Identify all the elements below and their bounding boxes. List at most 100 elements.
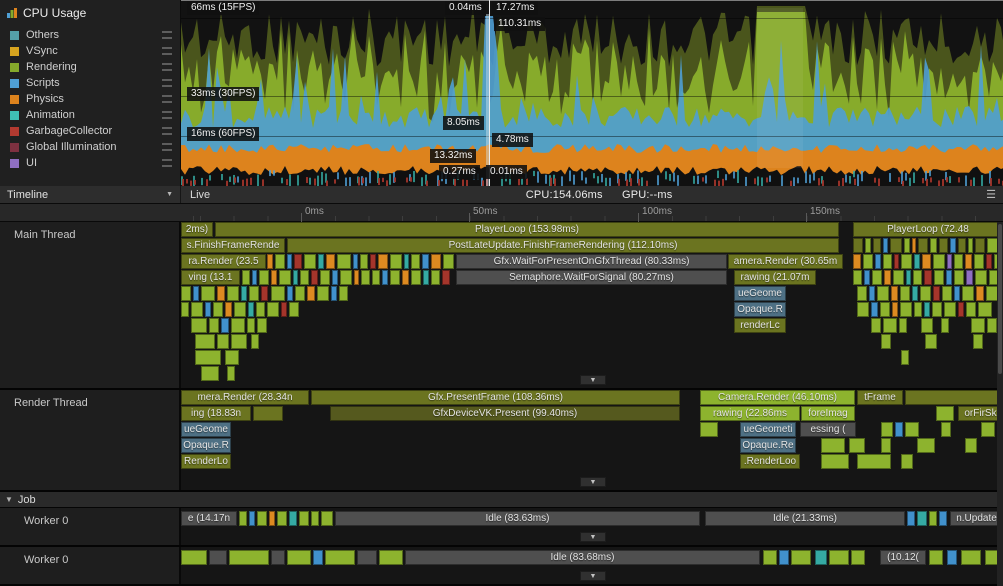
timeline-span[interactable]: PlayerLoop (72.48 — [853, 222, 1003, 237]
timeline-span[interactable] — [904, 238, 910, 253]
timeline-span[interactable] — [195, 334, 215, 349]
timeline-span[interactable] — [881, 438, 891, 453]
thread-track[interactable]: 2ms)PlayerLoop (153.98ms)PlayerLoop (72.… — [181, 222, 1003, 388]
timeline-span[interactable] — [181, 286, 191, 301]
timeline-span[interactable] — [917, 511, 927, 526]
timeline-span[interactable] — [300, 270, 309, 285]
thread-track[interactable]: Idle (83.68ms)(10.12(▼ — [181, 547, 1003, 584]
timeline-span[interactable] — [924, 270, 932, 285]
timeline-span[interactable] — [337, 254, 351, 269]
timeline-span[interactable] — [242, 270, 250, 285]
timeline-span[interactable] — [791, 550, 811, 565]
cpu-usage-chart[interactable]: 66ms (15FPS)33ms (30FPS)16ms (60FPS)0.04… — [181, 0, 1003, 186]
timeline-span[interactable] — [269, 511, 275, 526]
timeline-span[interactable]: Opaque.Re — [740, 438, 796, 453]
timeline-span[interactable] — [821, 438, 845, 453]
timeline-span[interactable] — [939, 238, 948, 253]
timeline-span[interactable] — [821, 454, 849, 469]
timeline-span[interactable]: Opaque.R — [181, 438, 231, 453]
timeline-span[interactable] — [873, 238, 881, 253]
timeline-span[interactable] — [267, 254, 273, 269]
timeline-span[interactable] — [201, 366, 219, 381]
timeline-span[interactable]: ueGeome — [181, 422, 231, 437]
timeline-span[interactable] — [340, 270, 352, 285]
timeline-span[interactable] — [929, 550, 943, 565]
timeline-span[interactable] — [382, 270, 388, 285]
timeline-span[interactable] — [892, 302, 898, 317]
legend-item-animation[interactable]: Animation — [0, 107, 180, 123]
timeline-span[interactable] — [853, 238, 863, 253]
timeline-span[interactable]: PostLateUpdate.FinishFrameRendering (112… — [287, 238, 839, 253]
timeline-span[interactable]: rawing (21.07m — [734, 270, 816, 285]
timeline-span[interactable] — [890, 238, 902, 253]
context-menu-icon[interactable]: ☰ — [979, 188, 1003, 201]
timeline-span[interactable] — [325, 550, 355, 565]
timeline-span[interactable] — [934, 270, 944, 285]
timeline-span[interactable] — [881, 334, 891, 349]
timeline-span[interactable] — [954, 254, 963, 269]
timeline-span[interactable]: ing (18.83n — [181, 406, 251, 421]
timeline-span[interactable] — [339, 286, 348, 301]
legend-item-vsync[interactable]: VSync — [0, 43, 180, 59]
timeline-span[interactable] — [849, 438, 865, 453]
timeline-span[interactable] — [901, 454, 913, 469]
timeline-span[interactable] — [191, 302, 203, 317]
timeline-span[interactable] — [863, 254, 873, 269]
timeline-span[interactable] — [914, 254, 920, 269]
timeline-span[interactable] — [357, 550, 377, 565]
live-toggle-button[interactable]: Live — [181, 189, 219, 201]
timeline-span[interactable] — [271, 286, 285, 301]
timeline-span[interactable]: e (14.17n — [181, 511, 237, 526]
timeline-span[interactable] — [912, 238, 916, 253]
timeline-span[interactable] — [883, 254, 892, 269]
timeline-span[interactable] — [975, 238, 985, 253]
legend-item-ui[interactable]: UI — [0, 155, 180, 171]
timeline-span[interactable] — [895, 422, 903, 437]
timeline-span[interactable] — [277, 511, 287, 526]
timeline-span[interactable] — [317, 286, 329, 301]
timeline-span[interactable] — [248, 302, 254, 317]
timeline-span[interactable] — [894, 254, 899, 269]
timeline-span[interactable]: (10.12( — [880, 550, 926, 565]
timeline-span[interactable] — [893, 270, 904, 285]
timeline-span[interactable] — [287, 286, 293, 301]
timeline-span[interactable]: tFrame — [857, 390, 903, 405]
timeline-span[interactable] — [411, 254, 420, 269]
timeline-span[interactable] — [947, 254, 952, 269]
timeline-span[interactable]: amera.Render (30.65m — [728, 254, 843, 269]
timeline-span[interactable] — [332, 270, 338, 285]
timeline-span[interactable] — [962, 286, 974, 301]
timeline-span[interactable] — [922, 254, 931, 269]
timeline-span[interactable] — [973, 334, 983, 349]
timeline-span[interactable] — [900, 286, 910, 301]
drag-handle-icon[interactable] — [162, 95, 172, 103]
timeline-span[interactable] — [299, 511, 309, 526]
timeline-span[interactable] — [205, 302, 211, 317]
timeline-span[interactable] — [958, 238, 966, 253]
timeline-span[interactable] — [869, 286, 875, 301]
timeline-span[interactable] — [865, 238, 871, 253]
timeline-span[interactable] — [353, 254, 358, 269]
timeline-span[interactable] — [975, 270, 987, 285]
timeline-span[interactable]: essing ( — [800, 422, 856, 437]
timeline-span[interactable]: foreImag — [801, 406, 855, 421]
timeline-span[interactable] — [256, 302, 265, 317]
timeline-span[interactable] — [884, 270, 891, 285]
timeline-span[interactable] — [252, 270, 257, 285]
timeline-span[interactable] — [944, 302, 956, 317]
timeline-span[interactable] — [933, 286, 940, 301]
timeline-span[interactable]: Camera.Render (46.10ms) — [700, 390, 855, 405]
timeline-span[interactable] — [318, 254, 324, 269]
legend-item-garbagecollector[interactable]: GarbageCollector — [0, 123, 180, 139]
foldout-triangle-icon[interactable]: ▼ — [5, 495, 13, 504]
timeline-span[interactable] — [231, 318, 245, 333]
timeline-span[interactable] — [914, 302, 922, 317]
timeline-span[interactable] — [443, 254, 454, 269]
timeline-span[interactable]: ueGeome — [734, 286, 786, 301]
timeline-span[interactable]: ra.Render (23.5 — [181, 254, 266, 269]
timeline-span[interactable]: 2ms) — [181, 222, 213, 237]
timeline-span[interactable] — [311, 511, 319, 526]
timeline-span[interactable] — [906, 270, 911, 285]
timeline-span[interactable] — [311, 270, 318, 285]
timeline-span[interactable]: Gfx.WaitForPresentOnGfxThread (80.33ms) — [456, 254, 727, 269]
